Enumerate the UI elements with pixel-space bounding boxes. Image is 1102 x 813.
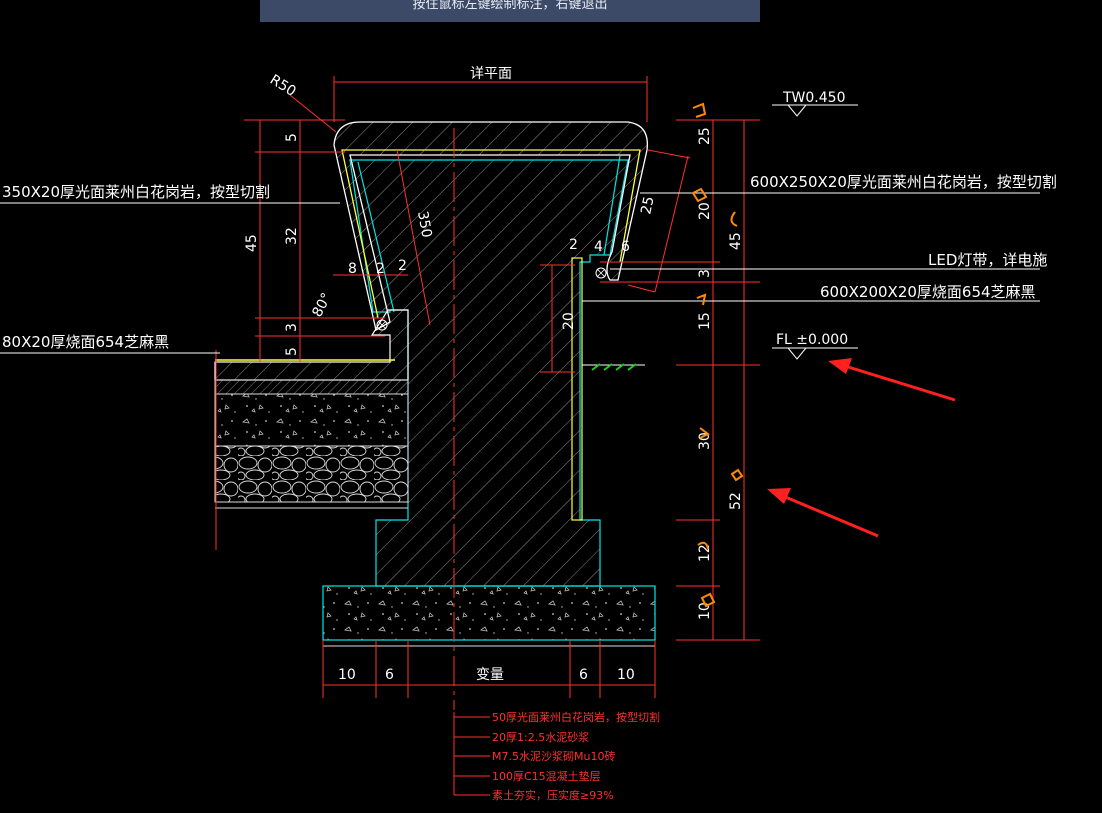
annotation-arrows <box>767 358 956 538</box>
dim-right-25: 25 <box>697 127 713 145</box>
dim-bottom-6b: 6 <box>579 667 588 683</box>
right-granite-callout: 600X250X20厚光面莱州白花岗岩，按型切割 <box>750 173 1057 191</box>
dim-right-15: 15 <box>697 312 713 330</box>
led-strip-callout: LED灯带，详电施 <box>928 251 1047 269</box>
markup-scribbles <box>691 102 744 608</box>
dim-right-20: 20 <box>697 202 713 220</box>
mortar-bed <box>214 379 409 395</box>
right-paving-callout: 600X200X20厚烧面654芝麻黑 <box>820 283 1036 301</box>
floor-level-elevation: FL ±0.000 <box>776 332 848 348</box>
layer-note: 100厚C15混凝土垫层 <box>492 769 601 783</box>
dim-left-5a: 5 <box>284 133 300 142</box>
layer-note: M7.5水泥沙浆砌Mu10砖 <box>492 749 615 763</box>
angle-label: 80° <box>309 290 335 319</box>
top-width-label: 详平面 <box>470 66 512 82</box>
layer-note: 20厚1:2.5水泥砂浆 <box>492 730 589 744</box>
dim-bottom-variable: 变量 <box>476 667 504 683</box>
arrow-head-icon <box>828 358 852 374</box>
arrow-head-icon <box>767 488 791 504</box>
concrete-bed <box>214 393 409 447</box>
construction-layers-list: 50厚光面莱州白花岗岩，按型切割 20厚1:2.5水泥砂浆 M7.5水泥沙浆砌M… <box>492 710 660 802</box>
dim-w8: 8 <box>348 261 357 277</box>
dim-bottom-10a: 10 <box>338 667 356 683</box>
gravel-bed <box>214 445 409 503</box>
radius-label: R50 <box>267 72 299 100</box>
dim-r6: 6 <box>621 239 630 255</box>
dim-right-3: 3 <box>697 269 713 278</box>
layer-note: 50厚光面莱州白花岗岩，按型切割 <box>492 710 660 724</box>
dim-right-12: 12 <box>697 544 713 562</box>
dim-left-3: 3 <box>284 323 300 332</box>
dim-r2: 2 <box>569 237 578 253</box>
dim-right-52: 52 <box>728 492 744 510</box>
left-granite-callout: 350X20厚光面莱州白花岗岩，按型切割 <box>2 183 270 201</box>
dim-angled-25: 25 <box>638 195 657 216</box>
layer-note: 素土夯实，压实度≥93% <box>492 788 614 802</box>
wall-section <box>214 121 656 647</box>
dim-inner-20: 20 <box>561 312 577 330</box>
dim-right-45: 45 <box>728 232 744 250</box>
dim-left-32: 32 <box>284 227 300 245</box>
cad-drawing-canvas[interactable]: R50 详平面 TW0.450 FL ±0.000 350X20厚光面莱州白花岗… <box>0 0 1102 813</box>
dim-r4: 4 <box>594 239 603 255</box>
dim-w2a: 2 <box>376 261 385 277</box>
dim-bottom-6a: 6 <box>385 667 394 683</box>
top-wall-elevation: TW0.450 <box>782 90 845 106</box>
left-paving-callout: 80X20厚烧面654芝麻黑 <box>2 333 169 351</box>
dim-w2b: 2 <box>398 258 407 274</box>
foundation-slab <box>322 585 656 641</box>
dim-left-5b: 5 <box>284 347 300 356</box>
dim-left-45: 45 <box>244 234 260 252</box>
dim-bottom-10b: 10 <box>617 667 635 683</box>
